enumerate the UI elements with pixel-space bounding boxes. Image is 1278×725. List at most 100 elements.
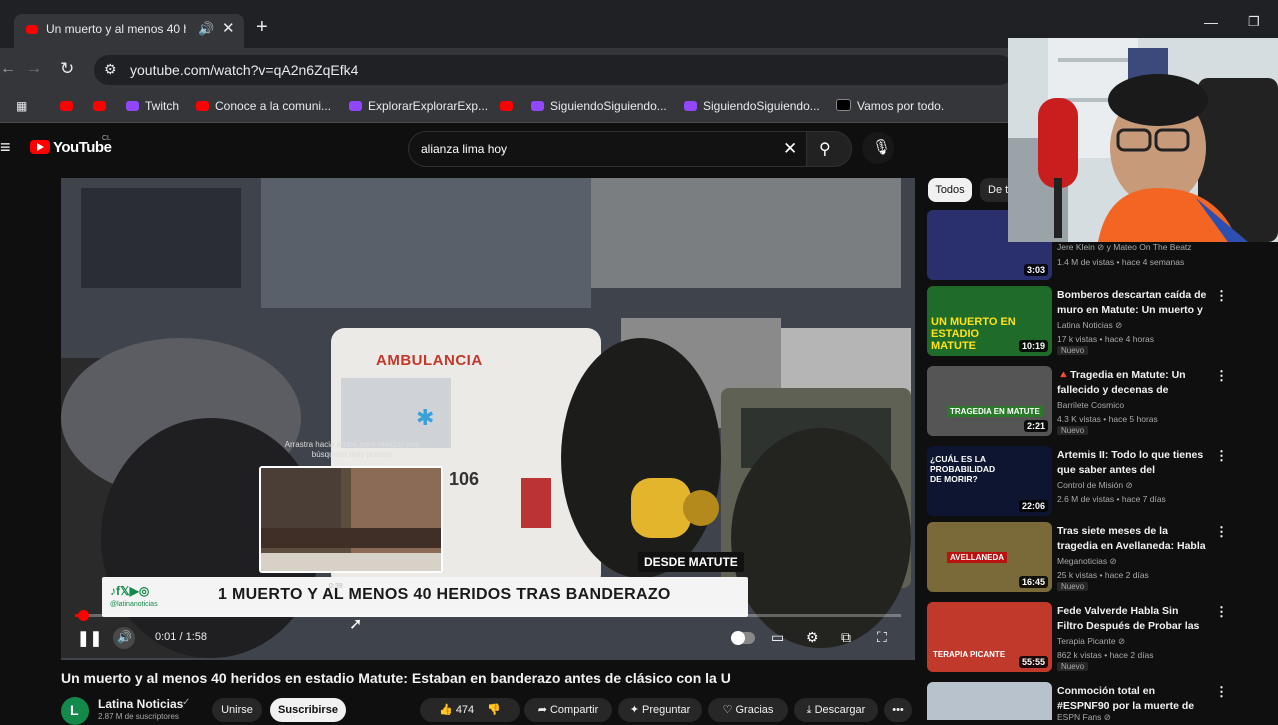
video-meta: 17 k vistas • hace 4 horas — [1057, 334, 1154, 344]
more-options-icon[interactable]: ⋮ — [1215, 604, 1228, 620]
more-options-icon[interactable]: ⋮ — [1215, 684, 1228, 700]
channel-avatar[interactable]: L — [61, 697, 89, 725]
channel-name[interactable]: Barrilete Cosmico — [1057, 400, 1124, 410]
voice-search-button[interactable]: 🎙 — [862, 132, 894, 164]
bookmark-item[interactable]: SiguiendoSiguiendo... — [684, 99, 820, 113]
new-badge: Nuevo — [1057, 662, 1089, 671]
more-actions-button[interactable]: ••• — [884, 698, 912, 722]
site-info-icon[interactable]: ⚙ — [104, 61, 117, 78]
autoplay-toggle[interactable] — [731, 631, 755, 645]
progress-bar[interactable] — [75, 614, 901, 617]
settings-gear-icon[interactable]: ⚙ — [806, 629, 819, 646]
channel-name[interactable]: Jere Klein ⊘ y Mateo On The Beatz — [1057, 242, 1192, 253]
channel-name[interactable]: Control de Misión ⊘ — [1057, 480, 1133, 491]
webcam-overlay — [1008, 38, 1278, 242]
address-bar[interactable]: ⚙ youtube.com/watch?v=qA2n6ZqEfk4 — [94, 55, 1014, 85]
scene-ambulance-text: AMBULANCIA — [376, 352, 483, 369]
more-options-icon[interactable]: ⋮ — [1215, 288, 1228, 304]
search-button[interactable]: ⚲ — [806, 131, 852, 167]
clear-search-icon[interactable]: ✕ — [783, 139, 797, 159]
channel-name[interactable]: Terapia Picante ⊘ — [1057, 636, 1125, 647]
channel-name[interactable]: Latina Noticias — [98, 697, 183, 711]
video-title[interactable]: Tras siete meses de la tragedia en Avell… — [1057, 524, 1207, 554]
thumbs-down-icon[interactable]: 👎 — [487, 704, 501, 716]
url-text[interactable]: youtube.com/watch?v=qA2n6ZqEfk4 — [130, 62, 358, 78]
video-title: Un muerto y al menos 40 heridos en estad… — [61, 670, 731, 686]
verified-check-icon: ✓ — [182, 697, 191, 708]
bookmark-item[interactable]: Vamos por todo. — [836, 99, 944, 113]
new-badge: Nuevo — [1057, 426, 1089, 435]
apps-grid-icon[interactable]: ▦ — [16, 99, 27, 113]
news-headline: 1 MUERTO Y AL MENOS 40 HERIDOS TRAS BAND… — [218, 586, 671, 603]
video-player[interactable]: AMBULANCIA ✱ 106 Arrastra hacia arriba p… — [61, 178, 915, 660]
minimize-window-button[interactable]: — — [1204, 14, 1218, 30]
video-title[interactable]: Bomberos descartan caída de muro en Matu… — [1057, 288, 1207, 318]
bookmark-item[interactable] — [93, 99, 112, 113]
heart-dollar-icon: ♡ — [722, 704, 736, 716]
social-handle: @latinanoticias — [110, 601, 158, 608]
channel-name[interactable]: Latina Noticias ⊘ — [1057, 320, 1122, 331]
share-button[interactable]: ➦ Compartir — [524, 698, 612, 722]
browser-tab-active[interactable]: Un muerto y al menos 40 h 🔊 ✕ — [14, 14, 244, 48]
miniplayer-icon[interactable]: ⧉ — [841, 629, 851, 646]
recommended-video[interactable]: AVELLANEDA 16:45 Tras siete meses de la … — [927, 522, 1277, 594]
video-title[interactable]: Fede Valverde Habla Sin Filtro Después d… — [1057, 604, 1207, 634]
volume-button[interactable]: 🔊 — [113, 627, 135, 649]
download-arrow-icon: ⤓ — [806, 704, 815, 716]
download-button[interactable]: ⤓ Descargar — [794, 698, 878, 722]
recommended-video[interactable]: TRAGEDIA EN MATUTE 2:21 🔺Tragedia en Mat… — [927, 366, 1277, 438]
chip-all[interactable]: Todos — [928, 178, 972, 202]
scrub-hint: Arrastra hacia arriba para realizar una … — [284, 440, 420, 459]
bookmark-item[interactable] — [60, 99, 79, 113]
bookmark-item[interactable]: Twitch — [126, 99, 179, 113]
video-thumbnail[interactable]: UN MUERTO EN ESTADIO MATUTE 10:19 — [927, 286, 1052, 356]
video-title[interactable]: 🔺Tragedia en Matute: Un fallecido y dece… — [1057, 368, 1207, 398]
video-meta: 25 k vistas • hace 2 días — [1057, 570, 1149, 580]
pause-button[interactable]: ❚❚ — [77, 629, 102, 647]
video-thumbnail[interactable] — [927, 682, 1052, 720]
like-dislike-group[interactable]: 👍 474 👎 — [420, 698, 520, 722]
video-meta: 2.6 M de vistas • hace 7 días — [1057, 494, 1166, 504]
recommended-video[interactable]: ¿CUÁL ES LA PROBABILIDAD DE MORIR? 22:06… — [927, 446, 1277, 518]
speaker-icon[interactable]: 🔊 — [198, 21, 214, 37]
channel-avatar-letter: L — [70, 702, 79, 718]
video-title[interactable]: Artemis II: Todo lo que tienes que saber… — [1057, 448, 1207, 478]
back-button[interactable]: ← — [0, 60, 16, 78]
more-options-icon[interactable]: ⋮ — [1215, 524, 1228, 540]
fullscreen-icon[interactable]: ⛶ — [877, 629, 887, 646]
bookmark-item[interactable]: Conoce a la comuni... — [196, 99, 331, 113]
video-thumbnail[interactable]: ¿CUÁL ES LA PROBABILIDAD DE MORIR? 22:06 — [927, 446, 1052, 516]
join-button[interactable]: Unirse — [212, 698, 262, 722]
video-thumbnail[interactable]: TRAGEDIA EN MATUTE 2:21 — [927, 366, 1052, 436]
channel-name[interactable]: ESPN Fans ⊘ — [1057, 712, 1111, 720]
bookmark-item[interactable] — [500, 99, 519, 113]
thumbs-up-icon[interactable]: 👍 — [439, 704, 453, 716]
forward-button[interactable]: → — [26, 60, 42, 78]
subtitles-icon[interactable]: ▭ — [771, 629, 784, 646]
more-options-icon[interactable]: ⋮ — [1215, 368, 1228, 384]
new-badge: Nuevo — [1057, 582, 1089, 591]
close-tab-icon[interactable]: ✕ — [222, 19, 235, 37]
video-thumbnail[interactable]: AVELLANEDA 16:45 — [927, 522, 1052, 592]
bookmark-item[interactable]: ExplorarExplorarExp... — [349, 99, 488, 113]
bookmark-item[interactable]: SiguiendoSiguiendo... — [531, 99, 667, 113]
ask-button[interactable]: ✦ Preguntar — [618, 698, 702, 722]
thanks-button[interactable]: ♡ Gracias — [708, 698, 788, 722]
more-options-icon[interactable]: ⋮ — [1215, 448, 1228, 464]
video-thumbnail[interactable]: TERAPIA PICANTE 55:55 — [927, 602, 1052, 672]
channel-name[interactable]: Meganoticias ⊘ — [1057, 556, 1117, 567]
hamburger-menu-icon[interactable]: ≡ — [0, 137, 11, 158]
play-triangle-icon — [37, 143, 44, 151]
speaker-icon: 🔊 — [117, 630, 132, 644]
subscribe-button[interactable]: Suscribirse — [270, 698, 346, 722]
video-title[interactable]: Conmoción total en #ESPNF90 por la muert… — [1057, 684, 1207, 714]
new-tab-button[interactable]: + — [256, 17, 268, 37]
recommended-video[interactable]: TERAPIA PICANTE 55:55 Fede Valverde Habl… — [927, 602, 1277, 674]
search-query[interactable]: alianza lima hoy — [421, 142, 507, 156]
restore-window-button[interactable]: ❐ — [1248, 14, 1260, 30]
recommended-video[interactable]: Conmoción total en #ESPNF90 por la muert… — [927, 682, 1277, 720]
twitch-icon — [349, 101, 362, 111]
recommended-video[interactable]: UN MUERTO EN ESTADIO MATUTE 10:19 Bomber… — [927, 286, 1277, 358]
search-input[interactable]: alianza lima hoy ✕ — [408, 131, 808, 167]
reload-button[interactable]: ↻ — [60, 59, 74, 79]
